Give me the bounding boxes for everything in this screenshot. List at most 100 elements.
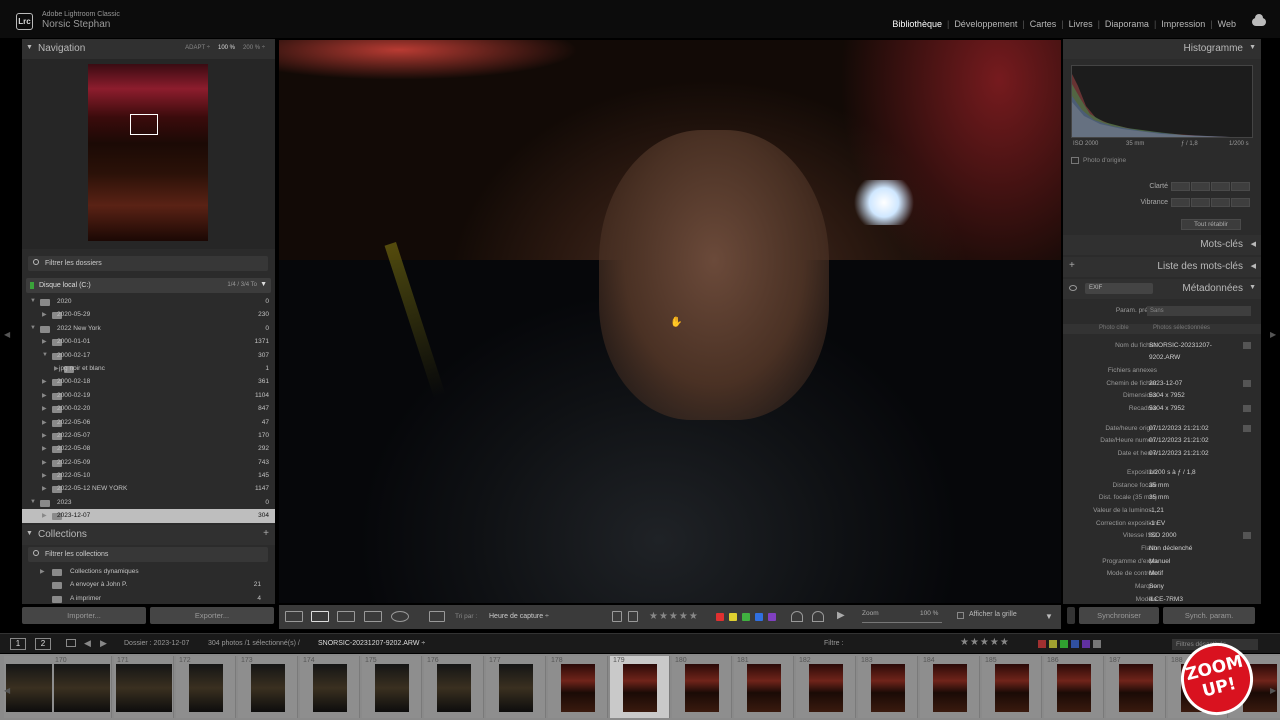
filmstrip-cell[interactable]: 179 xyxy=(610,656,670,718)
folder-disclosure-icon[interactable]: ▶ xyxy=(42,472,47,479)
folder-row[interactable]: ▶ 2022-05-12 NEW YORK 1147 xyxy=(22,482,275,495)
metadata-preset-dropdown[interactable]: Sans xyxy=(1147,306,1251,316)
folder-disclosure-icon[interactable]: ▶ xyxy=(42,419,47,426)
color-label-blue[interactable] xyxy=(755,613,763,621)
collapse-triangle-icon[interactable]: ▼ xyxy=(1249,284,1256,291)
filmstrip-thumbnail[interactable] xyxy=(1057,664,1091,712)
import-button[interactable]: Importer... xyxy=(22,607,146,624)
histogram-graph[interactable] xyxy=(1071,65,1253,138)
folder-row[interactable]: ▶ 2000-02-18 361 xyxy=(22,375,275,388)
navigator-preview[interactable] xyxy=(22,59,275,249)
filmstrip-cell[interactable]: 181 xyxy=(734,656,794,718)
filmstrip-thumbnail[interactable] xyxy=(1119,664,1153,712)
zoom-slider[interactable] xyxy=(862,622,942,623)
filmstrip-thumbnail[interactable] xyxy=(933,664,967,712)
eye-icon[interactable] xyxy=(1069,285,1077,291)
collection-row[interactable]: A envoyer à John P. 21 xyxy=(22,578,275,591)
folder-row[interactable]: ▼ 2000-02-17 307 xyxy=(22,349,275,362)
collection-row[interactable]: ▶ Collections dynamiques xyxy=(22,565,275,578)
filmstrip-thumbnail[interactable] xyxy=(809,664,843,712)
add-keyword-icon[interactable]: + xyxy=(1069,260,1075,271)
filmstrip-thumbnail[interactable] xyxy=(499,664,533,712)
filmstrip-cell[interactable]: 177 xyxy=(486,656,546,718)
collection-disclosure-icon[interactable]: ▶ xyxy=(40,568,45,575)
filter-star-rating[interactable]: ★★★★★ xyxy=(960,637,1010,648)
folder-disclosure-icon[interactable]: ▶ xyxy=(42,485,47,492)
filmstrip-thumbnail[interactable] xyxy=(251,664,285,712)
filmstrip-thumbnail[interactable] xyxy=(313,664,347,712)
navigator-viewport-box[interactable] xyxy=(130,114,158,135)
color-label-purple[interactable] xyxy=(768,613,776,621)
filmstrip-cell[interactable]: 172 xyxy=(176,656,236,718)
quick-develop-steppers[interactable] xyxy=(1171,182,1250,191)
left-panel-toggle-icon[interactable]: ◀ xyxy=(4,330,10,339)
collections-header[interactable]: ▼ Collections + xyxy=(22,525,275,545)
metadata-action-icon[interactable] xyxy=(1243,425,1251,432)
folder-disclosure-icon[interactable]: ▼ xyxy=(30,499,36,505)
sort-direction-icon[interactable] xyxy=(429,611,445,622)
sync-toggle-icon[interactable] xyxy=(1067,607,1075,624)
filmstrip-thumbnail[interactable] xyxy=(871,664,905,712)
metadata-action-icon[interactable] xyxy=(1243,405,1251,412)
filmstrip-thumbnail[interactable] xyxy=(189,664,223,712)
metadata-header[interactable]: EXIF Métadonnées ▼ xyxy=(1063,279,1261,299)
folder-row[interactable]: ▶ 2022-05-07 170 xyxy=(22,429,275,442)
filmstrip-cell[interactable]: 176 xyxy=(424,656,484,718)
filmstrip-cell[interactable]: 185 xyxy=(982,656,1042,718)
filmstrip-thumbnail[interactable] xyxy=(116,664,172,712)
module-4[interactable]: Diaporama xyxy=(1105,19,1149,29)
module-5[interactable]: Impression xyxy=(1161,19,1205,29)
folder-row[interactable]: ▶ 2000-02-20 847 xyxy=(22,402,275,415)
reset-all-button[interactable]: Tout rétablir xyxy=(1181,219,1241,230)
export-button[interactable]: Exporter... xyxy=(150,607,274,624)
module-6[interactable]: Web xyxy=(1218,19,1236,29)
disk-menu-triangle-icon[interactable]: ▼ xyxy=(260,281,267,288)
play-slideshow-icon[interactable]: ▶ xyxy=(837,610,845,621)
zoom-100-option[interactable]: 100 % xyxy=(218,45,235,51)
flag-pick-icon[interactable] xyxy=(612,611,622,622)
folder-row[interactable]: ▶ 2000-02-19 1104 xyxy=(22,389,275,402)
folder-row[interactable]: ▼ 2023 0 xyxy=(22,496,275,509)
collapse-triangle-icon[interactable]: ▼ xyxy=(26,44,33,51)
survey-view-icon[interactable] xyxy=(364,611,382,622)
metadata-action-icon[interactable] xyxy=(1243,342,1251,349)
filmstrip-cell[interactable]: 183 xyxy=(858,656,918,718)
folder-row[interactable]: ▶ 2023-12-07 304 xyxy=(22,509,275,523)
filmstrip-cell[interactable]: 171 xyxy=(114,656,174,718)
grid-view-icon[interactable] xyxy=(285,611,303,622)
collapse-triangle-icon[interactable]: ◀ xyxy=(1251,262,1256,270)
compare-view-icon[interactable] xyxy=(337,611,355,622)
collection-row[interactable]: A imprimer 4 xyxy=(22,592,275,605)
folder-disclosure-icon[interactable]: ▶ xyxy=(42,392,47,399)
folder-disclosure-icon[interactable]: ▼ xyxy=(42,352,48,358)
folder-disclosure-icon[interactable]: ▼ xyxy=(30,325,36,331)
metadata-action-icon[interactable] xyxy=(1243,532,1251,539)
filmstrip-thumbnail[interactable] xyxy=(685,664,719,712)
filmstrip-thumbnail[interactable] xyxy=(375,664,409,712)
color-label-red[interactable] xyxy=(716,613,724,621)
folder-disclosure-icon[interactable]: ▶ xyxy=(42,459,47,466)
folder-row[interactable]: ▶ 2022-05-09 743 xyxy=(22,456,275,469)
filmstrip-file-name[interactable]: SNORSIC-20231207-9202.ARW ÷ xyxy=(318,640,425,647)
module-3[interactable]: Livres xyxy=(1069,19,1093,29)
loupe-view-photo[interactable]: ✋ xyxy=(279,40,1061,603)
keywords-header[interactable]: Mots-clés ◀ xyxy=(1063,235,1261,255)
filmstrip-cell[interactable]: 170 xyxy=(52,656,112,718)
metadata-set-dropdown[interactable]: EXIF xyxy=(1085,283,1153,294)
tab-selected-photos[interactable]: Photos sélectionnées xyxy=(1153,325,1210,331)
color-label-green[interactable] xyxy=(742,613,750,621)
folder-row[interactable]: ▼ 2022 New York 0 xyxy=(22,322,275,335)
folder-row[interactable]: ▶ jpg noir et blanc 1 xyxy=(22,362,275,375)
filmstrip-cell[interactable]: 187 xyxy=(1106,656,1166,718)
disk-row[interactable]: Disque local (C:) 1/4 / 3/4 To ▼ xyxy=(26,278,271,293)
rotate-left-icon[interactable] xyxy=(791,611,803,622)
add-collection-icon[interactable]: + xyxy=(263,528,269,539)
folder-disclosure-icon[interactable]: ▶ xyxy=(42,338,47,345)
filter-color-blue[interactable] xyxy=(1071,640,1079,648)
tab-target-photo[interactable]: Photo cible xyxy=(1099,325,1129,331)
folder-disclosure-icon[interactable]: ▶ xyxy=(42,378,47,385)
filmstrip-source-folder[interactable]: Dossier : 2023-12-07 xyxy=(124,640,189,647)
sync-button[interactable]: Synchroniser xyxy=(1079,607,1159,624)
filmstrip-cell[interactable]: 178 xyxy=(548,656,608,718)
histogram-header[interactable]: Histogramme ▼ xyxy=(1063,39,1261,59)
